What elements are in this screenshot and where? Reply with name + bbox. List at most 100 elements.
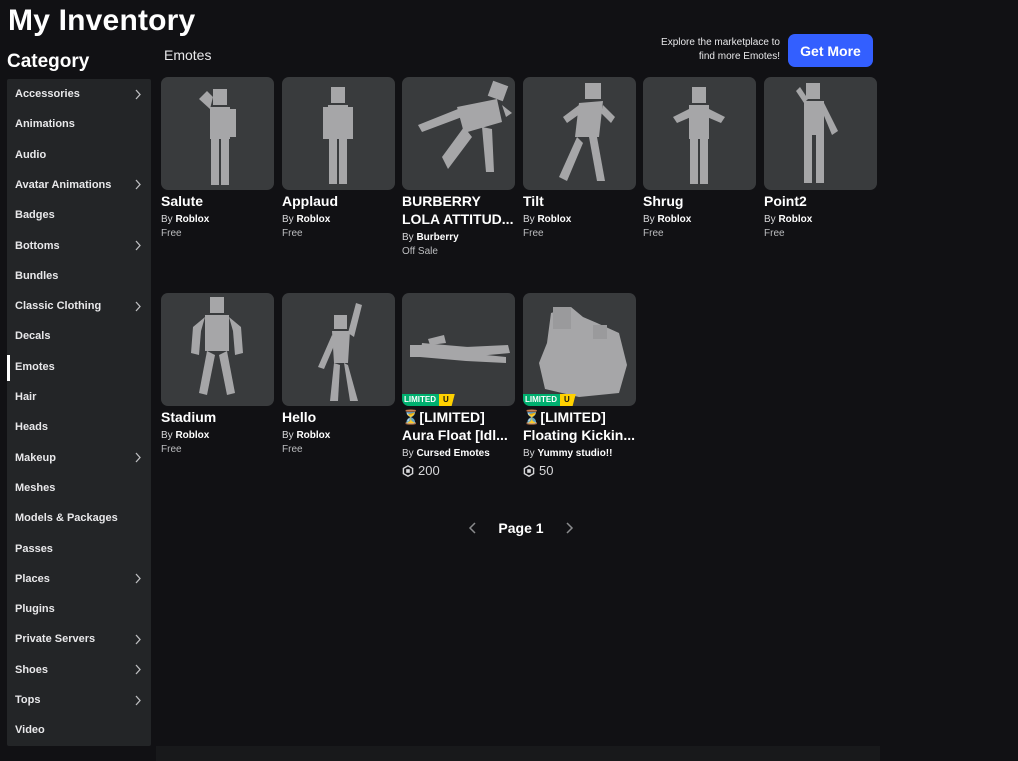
sidebar-item-tops[interactable]: Tops xyxy=(7,685,151,715)
item-creator: By Roblox xyxy=(764,213,877,227)
creator-link[interactable]: Roblox xyxy=(296,214,330,225)
item-card[interactable]: Salute By Roblox Free xyxy=(161,77,274,241)
sidebar-item-label: Animations xyxy=(15,118,75,131)
creator-link[interactable]: Yummy studio!! xyxy=(537,448,612,459)
sidebar-item-shoes[interactable]: Shoes xyxy=(7,655,151,685)
item-thumbnail[interactable] xyxy=(282,293,395,406)
item-thumbnail[interactable] xyxy=(161,77,274,190)
item-price: Free xyxy=(282,444,303,455)
item-card[interactable]: Stadium By Roblox Free xyxy=(161,293,274,457)
creator-link[interactable]: Roblox xyxy=(175,430,209,441)
creator-link[interactable]: Roblox xyxy=(778,214,812,225)
item-name[interactable]: Hello xyxy=(282,408,395,426)
sidebar-item-heads[interactable]: Heads xyxy=(7,412,151,442)
chevron-right-icon xyxy=(566,522,574,534)
creator-by-label: By xyxy=(523,448,535,459)
sidebar-item-label: Avatar Animations xyxy=(15,178,112,191)
item-name[interactable]: BURBERRY LOLA ATTITUD... xyxy=(402,192,515,228)
sidebar-item-bundles[interactable]: Bundles xyxy=(7,261,151,291)
u-badge-label: U xyxy=(560,394,576,406)
creator-by-label: By xyxy=(161,214,173,225)
item-card[interactable]: Applaud By Roblox Free xyxy=(282,77,395,241)
item-card[interactable]: Tilt By Roblox Free xyxy=(523,77,636,241)
emote-thumbnail-art xyxy=(199,89,236,185)
prev-page-button[interactable] xyxy=(466,521,480,535)
item-name[interactable]: ⏳[LIMITED] Floating Kickin... xyxy=(523,408,636,444)
item-thumbnail[interactable] xyxy=(282,77,395,190)
creator-link[interactable]: Roblox xyxy=(175,214,209,225)
item-card[interactable]: Point2 By Roblox Free xyxy=(764,77,877,241)
item-name[interactable]: Point2 xyxy=(764,192,877,210)
sidebar-item-models-packages[interactable]: Models & Packages xyxy=(7,503,151,533)
sidebar-item-plugins[interactable]: Plugins xyxy=(7,594,151,624)
sidebar-item-badges[interactable]: Badges xyxy=(7,200,151,230)
sidebar-item-video[interactable]: Video xyxy=(7,715,151,745)
sidebar-item-label: Tops xyxy=(15,694,41,706)
item-price: Free xyxy=(282,228,303,239)
sidebar-item-classic-clothing[interactable]: Classic Clothing xyxy=(7,291,151,321)
next-page-button[interactable] xyxy=(562,521,576,535)
item-name[interactable]: Stadium xyxy=(161,408,274,426)
item-name[interactable]: Tilt xyxy=(523,192,636,210)
item-card[interactable]: LIMITED U ⏳[LIMITED] Floating Kickin... By Y… xyxy=(523,293,636,480)
category-title: Category xyxy=(7,51,90,72)
emote-thumbnail-art xyxy=(796,83,838,183)
item-card[interactable]: LIMITED U ⏳[LIMITED] Aura Float [Idl... By C… xyxy=(402,293,515,480)
item-name[interactable]: Applaud xyxy=(282,192,395,210)
item-thumbnail[interactable] xyxy=(523,77,636,190)
creator-link[interactable]: Cursed Emotes xyxy=(416,448,489,459)
section-title: Emotes xyxy=(164,47,212,63)
get-more-button[interactable]: Get More xyxy=(788,34,873,67)
chevron-right-icon xyxy=(133,634,143,645)
item-thumbnail[interactable]: LIMITED U xyxy=(402,293,515,406)
sidebar-item-label: Heads xyxy=(15,421,49,434)
item-name[interactable]: ⏳[LIMITED] Aura Float [Idl... xyxy=(402,408,515,444)
item-card[interactable]: Hello By Roblox Free xyxy=(282,293,395,457)
sidebar-item-label: Meshes xyxy=(15,481,56,494)
item-thumbnail[interactable] xyxy=(643,77,756,190)
emote-thumbnail-art xyxy=(673,87,725,184)
sidebar-item-label: Shoes xyxy=(15,663,49,676)
emote-thumbnail-art xyxy=(539,307,627,397)
item-card[interactable]: BURBERRY LOLA ATTITUD... By Burberry Off Sa… xyxy=(402,77,515,259)
item-thumbnail[interactable] xyxy=(161,293,274,406)
sidebar-item-passes[interactable]: Passes xyxy=(7,534,151,564)
chevron-right-icon xyxy=(133,179,143,190)
sidebar-item-meshes[interactable]: Meshes xyxy=(7,473,151,503)
item-name[interactable]: Salute xyxy=(161,192,274,210)
explore-text: Explore the marketplace to find more Emo… xyxy=(620,36,780,64)
creator-link[interactable]: Roblox xyxy=(537,214,571,225)
sidebar-item-emotes[interactable]: Emotes xyxy=(7,352,151,382)
page-title: My Inventory xyxy=(8,4,196,37)
sidebar-item-label: Emotes xyxy=(15,360,55,373)
creator-by-label: By xyxy=(402,232,414,243)
sidebar-item-hair[interactable]: Hair xyxy=(7,382,151,412)
creator-link[interactable]: Roblox xyxy=(296,430,330,441)
item-price: Free xyxy=(161,228,182,239)
creator-link[interactable]: Burberry xyxy=(416,232,458,243)
sidebar-item-decals[interactable]: Decals xyxy=(7,321,151,351)
chevron-right-icon xyxy=(133,89,143,99)
item-thumbnail[interactable]: LIMITED U xyxy=(523,293,636,406)
sidebar-item-avatar-animations[interactable]: Avatar Animations xyxy=(7,170,151,200)
explore-line-2: find more Emotes! xyxy=(698,51,780,62)
sidebar-item-animations[interactable]: Animations xyxy=(7,109,151,139)
item-thumbnail[interactable] xyxy=(402,77,515,190)
robux-amount: 200 xyxy=(418,463,440,478)
creator-by-label: By xyxy=(523,214,535,225)
sidebar-item-accessories[interactable]: Accessories xyxy=(7,79,151,109)
sidebar-item-label: Classic Clothing xyxy=(15,300,102,313)
sidebar-item-private-servers[interactable]: Private Servers xyxy=(7,624,151,654)
creator-link[interactable]: Roblox xyxy=(657,214,691,225)
item-name-line-1: ⏳[LIMITED] xyxy=(402,409,485,425)
creator-by-label: By xyxy=(764,214,776,225)
sidebar-item-places[interactable]: Places xyxy=(7,564,151,594)
chevron-right-icon xyxy=(133,240,143,251)
item-name[interactable]: Shrug xyxy=(643,192,756,210)
sidebar-item-audio[interactable]: Audio xyxy=(7,140,151,170)
item-price: Free xyxy=(523,228,544,239)
sidebar-item-makeup[interactable]: Makeup xyxy=(7,443,151,473)
item-card[interactable]: Shrug By Roblox Free xyxy=(643,77,756,241)
sidebar-item-bottoms[interactable]: Bottoms xyxy=(7,231,151,261)
item-thumbnail[interactable] xyxy=(764,77,877,190)
